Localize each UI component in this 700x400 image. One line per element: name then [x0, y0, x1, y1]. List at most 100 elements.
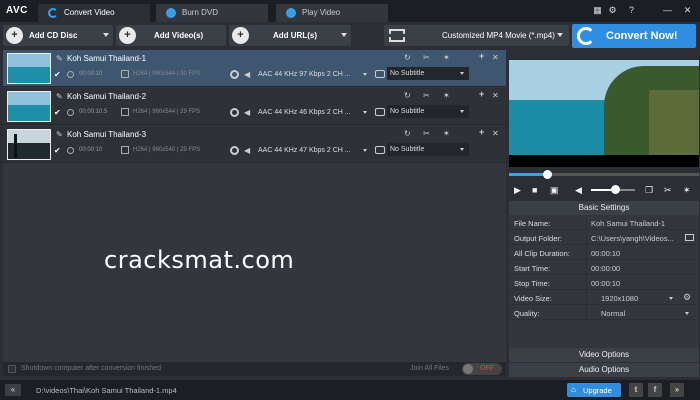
effects-icon[interactable]: ✶ [443, 53, 450, 62]
setting-value: 00:00:00 [591, 264, 621, 273]
file-row[interactable]: ✎ Koh Samui Thailand-3 ✔ 00:00:10 H264 |… [3, 126, 506, 163]
snapshot-icon[interactable]: ▣ [550, 185, 559, 196]
join-all-files-label: Join All Files [410, 365, 449, 372]
chevron-down-icon [103, 33, 109, 37]
play-icon[interactable]: ▶ [514, 185, 521, 196]
video-options-button[interactable]: Video Options [509, 348, 699, 362]
add-urls-button[interactable]: + Add URL(s) [229, 25, 351, 46]
grid-icon[interactable]: ▦ [592, 5, 603, 16]
cut-icon[interactable]: ✂ [664, 185, 672, 196]
cut-icon[interactable]: ✂ [423, 91, 430, 100]
add-cd-disc-button[interactable]: + Add CD Disc [3, 25, 113, 46]
upgrade-button[interactable]: ⌂ Upgrade [567, 383, 621, 397]
add-icon[interactable]: + [479, 127, 484, 137]
twitter-icon[interactable]: t [629, 383, 643, 397]
close-icon[interactable]: ✕ [682, 5, 693, 16]
gear-icon[interactable]: ⚙ [683, 292, 691, 303]
tab-play-video[interactable]: Play Video [276, 4, 388, 22]
video-icon [121, 108, 129, 116]
setting-video-size[interactable]: Video Size: 1920x1080 ⚙ [509, 291, 699, 305]
remove-icon[interactable]: ✕ [492, 129, 499, 138]
volume-icon[interactable]: ◀ [575, 185, 582, 196]
convert-now-button[interactable]: Convert Now! [572, 24, 696, 48]
remove-icon[interactable]: ✕ [492, 91, 499, 100]
effects-icon[interactable]: ✶ [683, 185, 691, 196]
file-row[interactable]: ✎ Koh Samui Thailand-1 ✔ 00:00:10 H264 |… [3, 50, 506, 87]
subtitle-select[interactable]: No Subtitle [387, 105, 469, 118]
edit-pencil-icon[interactable]: ✎ [56, 130, 63, 139]
setting-quality[interactable]: Quality: Normal [509, 306, 699, 320]
audio-track-select[interactable]: AAC 44 KHz 97 Kbps 2 CH ... [258, 71, 351, 78]
audio-track-select[interactable]: AAC 44 KHz 47 Kbps 2 CH ... [258, 147, 351, 154]
join-toggle[interactable]: OFF [462, 363, 502, 375]
convert-now-label: Convert Now! [606, 30, 678, 42]
setting-key: All Clip Duration: [514, 249, 570, 258]
facebook-icon[interactable]: f [648, 383, 662, 397]
chevron-down-icon [669, 297, 673, 300]
setting-value: 1920x1080 [601, 294, 639, 303]
edit-pencil-icon[interactable]: ✎ [56, 54, 63, 63]
effects-icon[interactable]: ✶ [443, 91, 450, 100]
setting-stop-time[interactable]: Stop Time: 00:00:10 [509, 276, 699, 290]
collapse-right-icon[interactable]: » [670, 383, 684, 397]
edit-pencil-icon[interactable]: ✎ [56, 92, 63, 101]
chevron-down-icon [460, 110, 464, 113]
settings-gear-icon[interactable]: ⚙ [607, 5, 618, 16]
output-format-label: Customized MP4 Movie (*.mp4) [442, 31, 555, 40]
stop-icon[interactable]: ■ [532, 185, 537, 195]
copy-icon[interactable]: ❐ [645, 185, 653, 196]
toggle-state: OFF [480, 365, 494, 372]
volume-handle[interactable] [611, 185, 621, 194]
progress-handle[interactable] [543, 170, 552, 179]
setting-key: Stop Time: [514, 279, 550, 288]
subtitle-icon [375, 70, 385, 78]
minimize-icon[interactable]: — [662, 5, 673, 16]
file-name: Koh Samui Thailand-3 [67, 130, 147, 139]
tab-label: Burn DVD [182, 8, 219, 17]
chevron-down-icon [341, 33, 347, 37]
status-bar: « D:\videos\Thai\Koh Samui Thailand-1.mp… [0, 380, 700, 400]
setting-value: 00:00:10 [591, 279, 621, 288]
output-format-select[interactable]: Customized MP4 Movie (*.mp4) [384, 25, 569, 46]
checkbox-checked-icon[interactable]: ✔ [54, 108, 63, 117]
setting-value: 00:00:10 [591, 249, 621, 258]
file-duration: 00:00:10 [79, 147, 103, 153]
file-row[interactable]: ✎ Koh Samui Thailand-2 ✔ 00:00:10.5 H264… [3, 88, 506, 125]
rotate-icon[interactable]: ↻ [404, 91, 411, 100]
add-videos-button[interactable]: + Add Video(s) [116, 25, 226, 46]
audio-track-select[interactable]: AAC 44 KHz 46 Kbps 2 CH ... [258, 109, 351, 116]
checkbox-checked-icon[interactable]: ✔ [54, 70, 63, 79]
effects-icon[interactable]: ✶ [443, 129, 450, 138]
add-icon[interactable]: + [479, 51, 484, 61]
setting-output-folder[interactable]: Output Folder: C:\Users\yangh\Videos... [509, 231, 699, 245]
rotate-icon[interactable]: ↻ [404, 129, 411, 138]
subtitle-select[interactable]: No Subtitle [387, 143, 469, 156]
film-reel-icon [230, 70, 239, 79]
add-icon[interactable]: + [479, 89, 484, 99]
audio-options-button[interactable]: Audio Options [509, 363, 699, 377]
subtitle-select[interactable]: No Subtitle [387, 67, 469, 80]
help-icon[interactable]: ? [626, 5, 637, 16]
progress-fill [509, 173, 547, 176]
tab-burn-dvd[interactable]: Burn DVD [156, 4, 268, 22]
checkbox-checked-icon[interactable]: ✔ [54, 146, 63, 155]
playback-progress-slider[interactable] [509, 170, 699, 180]
rotate-icon[interactable]: ↻ [404, 53, 411, 62]
chevron-down-icon [460, 72, 464, 75]
cut-icon[interactable]: ✂ [423, 129, 430, 138]
tab-convert-video[interactable]: Convert Video [38, 4, 150, 22]
disc-plus-icon: + [6, 27, 23, 44]
subtitle-value: No Subtitle [390, 108, 425, 115]
video-icon [121, 70, 129, 78]
setting-file-name[interactable]: File Name: Koh Samui Thailand-1 [509, 216, 699, 230]
shutdown-checkbox[interactable] [8, 365, 16, 373]
setting-key: Quality: [514, 309, 540, 318]
chevron-down-icon [557, 33, 563, 37]
folder-icon[interactable] [685, 234, 694, 241]
remove-icon[interactable]: ✕ [492, 53, 499, 62]
setting-start-time[interactable]: Start Time: 00:00:00 [509, 261, 699, 275]
add-cd-disc-label: Add CD Disc [29, 31, 78, 40]
collapse-button[interactable]: « [5, 384, 21, 396]
setting-key: Output Folder: [514, 234, 562, 243]
cut-icon[interactable]: ✂ [423, 53, 430, 62]
